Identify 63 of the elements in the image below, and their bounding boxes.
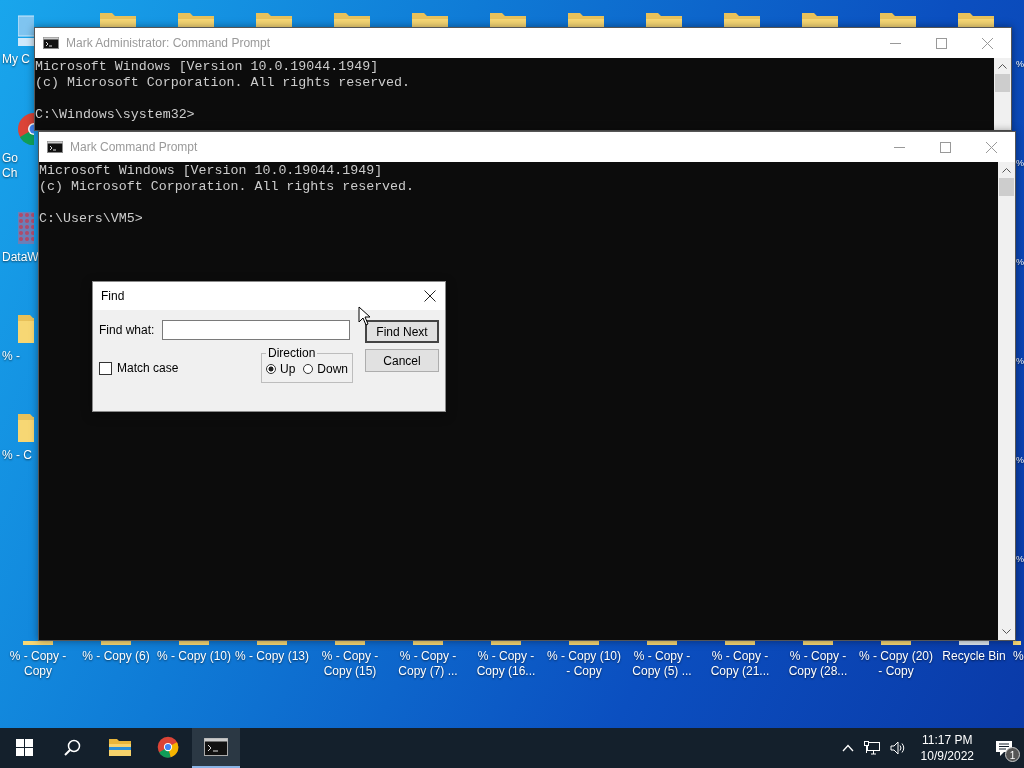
radio-label[interactable]: Down bbox=[317, 362, 348, 376]
scrollbar-thumb[interactable] bbox=[995, 74, 1010, 92]
icon-label[interactable]: % - Copy (6) bbox=[82, 649, 150, 664]
scroll-up-icon[interactable] bbox=[1002, 167, 1011, 173]
scroll-up-icon[interactable] bbox=[998, 63, 1007, 69]
chevron-up-icon[interactable] bbox=[841, 744, 854, 752]
radio-label[interactable]: Up bbox=[279, 362, 296, 376]
icon-label[interactable]: % - Copy - Copy (15) bbox=[321, 649, 379, 679]
terminal-icon bbox=[47, 141, 63, 153]
network-icon[interactable] bbox=[863, 741, 880, 755]
scrollbar[interactable] bbox=[998, 162, 1015, 640]
cancel-button[interactable]: Cancel bbox=[365, 349, 439, 372]
console-text: Microsoft Windows [Version 10.0.19044.1949] bbox=[35, 59, 379, 75]
icon-label[interactable]: % - Copy (13) bbox=[235, 649, 309, 664]
console-text: Microsoft Windows [Version 10.0.19044.1949] bbox=[39, 163, 383, 179]
radio-button[interactable] bbox=[265, 364, 276, 374]
scrollbar-thumb[interactable] bbox=[999, 178, 1014, 196]
radio-button[interactable] bbox=[303, 364, 314, 374]
console-text: (c) Microsoft Corporation. All rights reserved. bbox=[39, 179, 415, 195]
scroll-down-icon[interactable] bbox=[1002, 629, 1011, 635]
dotted-grid-icon bbox=[18, 212, 34, 244]
clock[interactable]: 11:17 PM 10/9/2022 bbox=[910, 732, 984, 764]
icon-label[interactable]: % - Copy - Copy (28... bbox=[788, 649, 848, 679]
find-what-field[interactable] bbox=[162, 320, 351, 340]
windows-logo-icon bbox=[15, 738, 33, 756]
icon-label[interactable]: % - Copy (20) - Copy bbox=[859, 649, 933, 679]
dialog-title: Find bbox=[101, 289, 125, 303]
icon-label[interactable]: % - Copy - Copy (5) ... bbox=[632, 649, 692, 679]
icon-label[interactable]: % bbox=[1013, 649, 1024, 664]
icon-label[interactable]: % - Copy - Copy (16... bbox=[476, 649, 536, 679]
checkbox[interactable] bbox=[99, 361, 112, 375]
speaker-icon[interactable] bbox=[889, 741, 906, 755]
icon-label[interactable]: % - Copy (10) - Copy bbox=[547, 649, 621, 679]
close-icon[interactable] bbox=[424, 290, 436, 302]
console-text: (c) Microsoft Corporation. All rights reserved. bbox=[35, 75, 411, 91]
icon-label[interactable]: % - Copy - Copy (7) ... bbox=[398, 649, 458, 679]
console-prompt: C:\Users\VM5> bbox=[39, 211, 143, 227]
field-label: Find what: bbox=[99, 323, 155, 337]
icon-label[interactable]: % bbox=[1016, 156, 1024, 171]
icon-label[interactable]: % bbox=[1016, 354, 1024, 369]
maximize-icon[interactable] bbox=[936, 37, 947, 49]
icon-label[interactable]: % bbox=[1016, 552, 1024, 567]
console-prompt: C:\Windows\system32> bbox=[35, 107, 195, 123]
find-next-button[interactable]: Find Next bbox=[365, 320, 439, 343]
notification-count: 1 bbox=[1005, 747, 1020, 762]
scrollbar[interactable] bbox=[994, 58, 1011, 130]
icon-label[interactable]: % bbox=[1016, 453, 1024, 468]
terminal-icon bbox=[204, 738, 228, 756]
icon-label[interactable]: Recycle Bin bbox=[942, 649, 1006, 664]
icon-label[interactable]: % - Copy (10) bbox=[157, 649, 231, 664]
maximize-icon[interactable] bbox=[940, 141, 951, 153]
icon-label[interactable]: % bbox=[1016, 57, 1024, 72]
taskbar-app[interactable] bbox=[192, 728, 240, 768]
icon-label[interactable]: % bbox=[1016, 255, 1024, 270]
checkbox-label[interactable]: Match case bbox=[117, 361, 179, 375]
window-title: Mark Command Prompt bbox=[70, 140, 199, 154]
circle-logo-icon bbox=[157, 736, 179, 758]
icon-label[interactable]: % - Copy - Copy (21... bbox=[710, 649, 770, 679]
search-icon bbox=[63, 738, 81, 756]
window-title: Mark Administrator: Command Prompt bbox=[66, 36, 272, 50]
icon-label[interactable]: % - Copy - Copy bbox=[9, 649, 67, 679]
terminal-icon bbox=[43, 37, 59, 49]
group-title: Direction bbox=[266, 346, 317, 360]
